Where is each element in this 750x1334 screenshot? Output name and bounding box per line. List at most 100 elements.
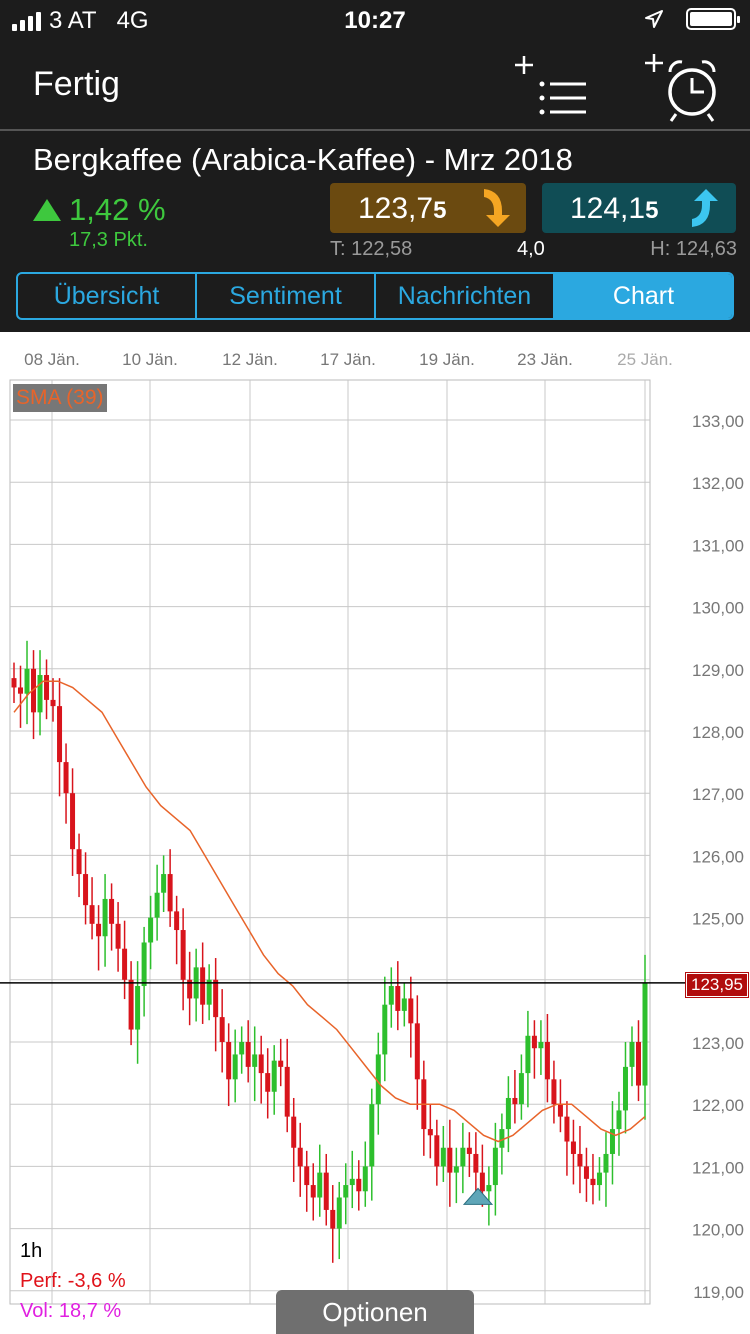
candle-body xyxy=(154,892,160,918)
candle-body xyxy=(89,905,95,924)
candle-body xyxy=(213,979,219,1018)
buy-price-button[interactable]: 124,15 xyxy=(542,183,736,233)
y-tick-label: 123,00 xyxy=(692,1034,744,1053)
instrument-title: Bergkaffee (Arabica-Kaffee) - Mrz 2018 xyxy=(33,142,573,177)
candle-body xyxy=(167,874,173,912)
buy-price: 124,15 xyxy=(570,192,659,225)
volatility-label: Vol: 18,7 % xyxy=(20,1300,122,1322)
sell-price-button[interactable]: 123,75 xyxy=(330,183,526,233)
candle-body xyxy=(18,687,24,694)
y-tick-label: 125,00 xyxy=(692,910,744,929)
y-tick-label: 122,00 xyxy=(692,1096,744,1115)
candle-body xyxy=(24,668,30,694)
candle-body xyxy=(622,1066,628,1111)
tab-sentiment[interactable]: Sentiment xyxy=(197,274,376,318)
candle-body xyxy=(135,986,141,1030)
x-tick-label: 08 Jän. xyxy=(24,350,80,369)
x-tick-label: 17 Jän. xyxy=(320,350,376,369)
x-tick-label: 19 Jän. xyxy=(419,350,475,369)
add-alarm-clock-icon[interactable] xyxy=(642,50,722,126)
y-tick-label: 129,00 xyxy=(692,661,744,680)
candle-body xyxy=(330,1209,336,1229)
candle-body xyxy=(180,930,186,980)
price-chart[interactable]: 133,00 132,00 131,00 130,00 129,00 128,00 127,… xyxy=(0,332,750,1334)
candle-body xyxy=(57,706,63,763)
candle-body xyxy=(304,1166,310,1186)
sma-indicator-label[interactable]: SMA (39) xyxy=(13,384,107,412)
plot-frame xyxy=(9,379,651,1305)
candle-body xyxy=(635,1042,641,1086)
candle-body xyxy=(44,675,50,700)
instrument-header: 3 AT 4G 10:27 Fertig Bergkaffee (Arabica… xyxy=(0,0,750,332)
candle-body xyxy=(278,1060,284,1067)
candle-body xyxy=(362,1166,368,1192)
candle-body xyxy=(460,1147,466,1167)
nav-divider xyxy=(0,129,750,131)
candle-body xyxy=(518,1073,524,1105)
tab-news[interactable]: Nachrichten xyxy=(376,274,555,318)
candle-body xyxy=(629,1042,635,1067)
candle-body xyxy=(382,1004,388,1055)
done-button[interactable]: Fertig xyxy=(33,65,120,104)
status-bar: 3 AT 4G 10:27 xyxy=(0,0,750,40)
performance-label: Perf: -3,6 % xyxy=(20,1270,126,1292)
candle-body xyxy=(551,1079,557,1105)
candle-body xyxy=(115,923,121,949)
candle-body xyxy=(63,762,69,794)
candle-body xyxy=(492,1147,498,1186)
candle-body xyxy=(466,1147,472,1154)
candle-body xyxy=(232,1054,238,1080)
candle-body xyxy=(128,979,134,1030)
candle-body xyxy=(265,1073,271,1092)
candle-body xyxy=(434,1135,440,1167)
y-tick-label: 130,00 xyxy=(692,599,744,618)
candle-body xyxy=(499,1129,505,1148)
change-points: 17,3 Pkt. xyxy=(69,229,148,251)
tab-chart[interactable]: Chart xyxy=(555,274,732,318)
add-to-list-icon[interactable] xyxy=(512,50,592,122)
candle-body xyxy=(336,1197,342,1229)
change-percent: 1,42 % xyxy=(33,192,166,228)
up-triangle-icon xyxy=(33,199,61,221)
candle-body xyxy=(200,967,206,1005)
candle-body xyxy=(83,874,89,906)
candle-body xyxy=(369,1104,375,1167)
chart-area[interactable]: 133,00 132,00 131,00 130,00 129,00 128,00 127,… xyxy=(0,332,750,1334)
candle-body xyxy=(297,1147,303,1167)
candle-body xyxy=(525,1035,531,1074)
candle-body xyxy=(570,1141,576,1154)
x-tick-label: 12 Jän. xyxy=(222,350,278,369)
y-tick-label: 131,00 xyxy=(692,536,744,555)
candle-body xyxy=(505,1097,511,1130)
candle-body xyxy=(317,1172,323,1198)
sell-arrow-down-icon xyxy=(484,189,510,227)
candle-body xyxy=(271,1060,277,1092)
candle-body xyxy=(323,1172,329,1210)
status-time: 10:27 xyxy=(344,7,406,34)
candle-body xyxy=(252,1054,258,1067)
sell-price: 123,75 xyxy=(358,192,447,225)
y-tick-label: 128,00 xyxy=(692,723,744,742)
candle-body xyxy=(401,998,407,1011)
day-low: T: 122,58 xyxy=(330,238,413,260)
candle-body xyxy=(583,1166,589,1179)
tab-bar: Übersicht Sentiment Nachrichten Chart xyxy=(16,272,734,320)
spread: 4,0 xyxy=(517,238,545,260)
candle-body xyxy=(447,1147,453,1173)
location-arrow-icon xyxy=(645,10,663,28)
x-tick-label: 25 Jän. xyxy=(617,350,673,369)
y-tick-label: 121,00 xyxy=(692,1158,744,1177)
current-price-label: 123,95 xyxy=(685,972,749,998)
y-tick-label: 132,00 xyxy=(692,474,744,493)
sma-line xyxy=(13,680,646,1143)
candle-body xyxy=(603,1153,609,1173)
tab-overview[interactable]: Übersicht xyxy=(18,274,197,318)
nav-bar: Fertig xyxy=(0,42,750,131)
x-tick-label: 10 Jän. xyxy=(122,350,178,369)
battery-icon xyxy=(686,8,740,30)
candle-body xyxy=(174,911,180,931)
candle-body xyxy=(343,1185,349,1198)
options-button[interactable]: Optionen xyxy=(276,1290,474,1334)
candle-body xyxy=(109,898,115,924)
candle-body xyxy=(148,917,154,943)
